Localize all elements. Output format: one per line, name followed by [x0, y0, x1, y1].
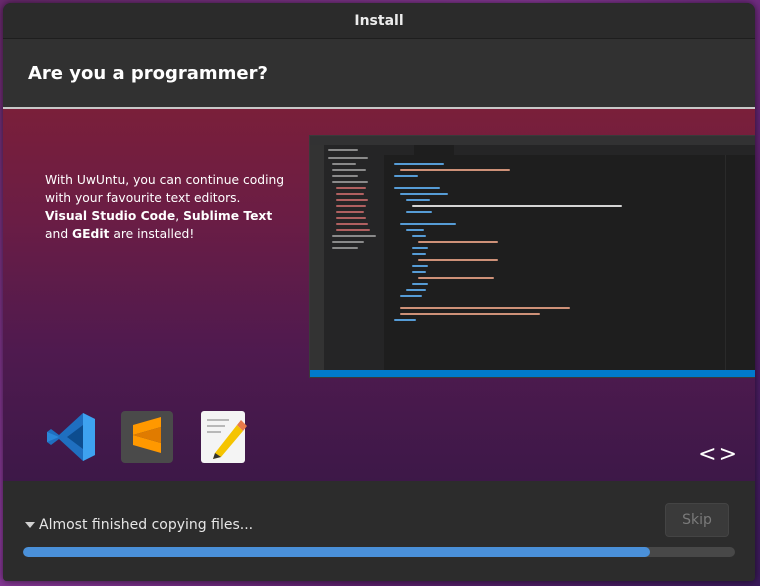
- slide-text-comma: ,: [175, 209, 184, 223]
- page-title: Are you a programmer?: [28, 62, 268, 84]
- progress-status[interactable]: Almost finished copying files...: [25, 517, 253, 533]
- progress-bar: [23, 547, 735, 557]
- skip-button[interactable]: Skip: [665, 503, 729, 537]
- slide-navigation: <>: [698, 442, 739, 467]
- window-titlebar[interactable]: Install: [3, 3, 755, 39]
- slide-text-suffix: are installed!: [109, 227, 195, 241]
- vscode-screenshot-minimap: [725, 155, 755, 370]
- vscode-icon: [43, 409, 99, 465]
- progress-bar-fill: [23, 547, 650, 557]
- vscode-screenshot: [309, 135, 755, 378]
- editor-name-vscode: Visual Studio Code: [45, 209, 176, 223]
- slideshow: With UwUntu, you can continue coding wit…: [3, 109, 755, 481]
- vscode-screenshot-titlebar: [310, 136, 755, 145]
- installer-footer: Almost finished copying files... Skip: [3, 481, 755, 581]
- vscode-screenshot-statusbar: [310, 370, 755, 377]
- next-slide-button[interactable]: >: [719, 442, 739, 467]
- slide-text-line2: with your favourite text editors.: [45, 191, 241, 205]
- header-area: Are you a programmer?: [3, 39, 755, 107]
- slide-text-and: and: [45, 227, 73, 241]
- expand-triangle-icon[interactable]: [25, 522, 35, 528]
- editor-name-sublime: Sublime Text: [183, 209, 273, 223]
- slide-description: With UwUntu, you can continue coding wit…: [45, 171, 285, 243]
- previous-slide-button[interactable]: <: [698, 442, 718, 467]
- vscode-screenshot-explorer: [324, 145, 384, 370]
- status-text: Almost finished copying files...: [39, 517, 254, 533]
- window-title: Install: [354, 12, 404, 29]
- installer-window: Install Are you a programmer? With UwUnt…: [3, 3, 755, 581]
- gedit-icon: [195, 409, 251, 465]
- slide-text-line1: With UwUntu, you can continue coding: [45, 173, 285, 187]
- sublime-text-icon: [119, 409, 175, 465]
- editor-name-gedit: GEdit: [72, 227, 110, 241]
- vscode-screenshot-activity-bar: [310, 145, 324, 370]
- vscode-screenshot-tabs: [384, 145, 755, 155]
- vscode-screenshot-editor: [384, 155, 725, 370]
- app-icons: [43, 409, 251, 465]
